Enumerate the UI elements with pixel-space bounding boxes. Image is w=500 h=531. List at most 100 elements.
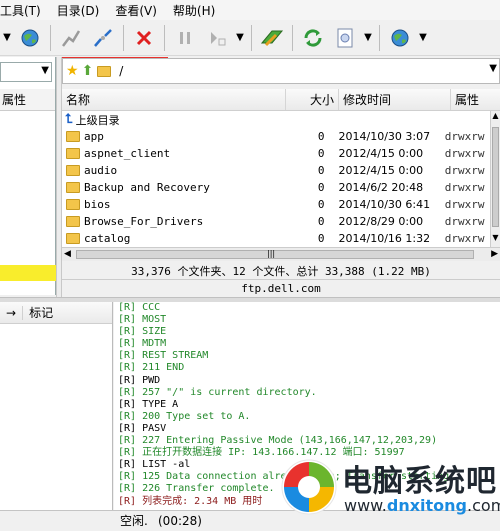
- remote-host: ftp.dell.com: [62, 281, 500, 297]
- file-attr: drwxrw: [444, 164, 485, 177]
- star-icon[interactable]: ★: [66, 63, 79, 79]
- watermark-url-prefix: www.: [344, 496, 387, 515]
- file-list-hscrollbar[interactable]: ◀ ||| ▶: [62, 247, 500, 261]
- toolbar-separator: [50, 24, 51, 51]
- disconnect-icon[interactable]: [89, 24, 117, 52]
- file-name: bios: [84, 198, 111, 211]
- cd-icon[interactable]: [331, 24, 359, 52]
- status-time: (00:28): [158, 514, 202, 528]
- file-row[interactable]: Browse_For_Drivers 0 2012/8/29 0:00 drwx…: [62, 213, 490, 230]
- log-line: [R] SIZE: [118, 326, 167, 338]
- file-size: 0: [317, 130, 325, 143]
- file-size: 0: [317, 232, 325, 245]
- column-size[interactable]: 大小: [286, 89, 339, 110]
- log-line: [R] 211 END: [118, 362, 185, 374]
- stop-icon[interactable]: [130, 24, 158, 52]
- queue-column-direction[interactable]: →: [0, 305, 24, 320]
- watermark-text: 电脑系统吧: [342, 464, 497, 499]
- column-date[interactable]: 修改时间: [339, 89, 451, 110]
- scroll-right-icon[interactable]: ▶: [491, 249, 498, 259]
- file-row[interactable]: aspnet_client 0 2012/4/15 0:00 drwxrw: [62, 145, 490, 162]
- toolbar-separator: [123, 24, 124, 51]
- folder-up-icon[interactable]: ⬆: [82, 63, 94, 79]
- parent-dir-row[interactable]: ⮤ 上级目录: [62, 111, 490, 128]
- queue-column-mark[interactable]: 标记: [23, 304, 59, 321]
- file-name: audio: [84, 164, 118, 177]
- up-arrow-icon: ⮤: [65, 112, 73, 127]
- file-name: catalog: [84, 232, 131, 245]
- file-row[interactable]: Backup and Recovery 0 2014/6/2 20:48 drw…: [62, 179, 490, 196]
- file-list: ⮤ 上级目录 app 0 2014/10/30 3:07 drwxrw aspne…: [62, 111, 490, 247]
- menu-directory[interactable]: 目录(D): [49, 2, 108, 19]
- file-size: 0: [317, 164, 325, 177]
- file-name: app: [84, 130, 104, 143]
- chevron-down-icon[interactable]: ▼: [489, 63, 497, 74]
- file-name: Browse_For_Drivers: [84, 215, 204, 228]
- menu-view[interactable]: 查看(V): [107, 2, 165, 19]
- file-date: 2012/4/15 0:00: [338, 164, 424, 177]
- file-size: 0: [317, 181, 325, 194]
- log-line: [R] 200 Type set to A.: [118, 410, 251, 422]
- transfer-icon[interactable]: [258, 24, 286, 52]
- file-date: 2012/8/29 0:00: [338, 215, 424, 228]
- file-attr: drwxrw: [444, 181, 485, 194]
- local-status-highlight: [0, 265, 56, 281]
- toolbar-separator: [292, 24, 293, 51]
- file-size: 0: [317, 198, 325, 211]
- scroll-left-icon[interactable]: ◀: [64, 249, 71, 259]
- scroll-up-icon[interactable]: ▲: [491, 111, 500, 125]
- log-line: [R] TYPE A: [118, 398, 179, 410]
- toolbar-separator: [164, 24, 165, 51]
- log-line: [R] 257 "/" is current directory.: [118, 386, 317, 398]
- local-path-combo[interactable]: ▼: [0, 62, 52, 82]
- folder-icon: [66, 131, 80, 142]
- vscroll-thumb[interactable]: [492, 127, 499, 227]
- globe-icon[interactable]: [386, 24, 414, 52]
- file-list-vscrollbar[interactable]: ▲ ▼: [490, 111, 500, 247]
- connect-icon[interactable]: [57, 24, 85, 52]
- file-name: Backup and Recovery: [84, 181, 210, 194]
- log-line: [R] PASV: [118, 422, 167, 434]
- folder-icon: [97, 65, 112, 77]
- parent-dir-label: 上级目录: [75, 113, 120, 127]
- file-row[interactable]: catalog 0 2014/10/16 1:32 drwxrw: [62, 230, 490, 247]
- scroll-down-icon[interactable]: ▼: [491, 233, 500, 247]
- dropdown-arrow-icon[interactable]: ▼: [2, 24, 12, 52]
- queue-header: → 标记: [0, 302, 112, 324]
- dropdown-arrow-icon[interactable]: ▼: [235, 24, 245, 52]
- file-row[interactable]: bios 0 2014/10/30 6:41 drwxrw: [62, 196, 490, 213]
- globe-icon[interactable]: [16, 24, 44, 52]
- file-row[interactable]: app 0 2014/10/30 3:07 drwxrw: [62, 128, 490, 145]
- dropdown-arrow-icon[interactable]: ▼: [418, 24, 428, 52]
- skip-icon[interactable]: [203, 24, 231, 52]
- folder-icon: [66, 165, 80, 176]
- menu-help[interactable]: 帮助(H): [165, 2, 223, 19]
- file-date: 2012/4/15 0:00: [338, 147, 424, 160]
- column-name[interactable]: 名称: [62, 89, 286, 110]
- remote-path-bar[interactable]: ★ ⬆ / ▼: [62, 58, 500, 84]
- remote-path-text[interactable]: /: [119, 64, 123, 78]
- folder-icon: [66, 199, 80, 210]
- dropdown-arrow-icon[interactable]: ▼: [363, 24, 373, 52]
- folder-icon: [66, 148, 80, 159]
- column-attr[interactable]: 属性: [451, 89, 500, 110]
- status-idle: 空闲.: [120, 514, 148, 528]
- refresh-icon[interactable]: [299, 24, 327, 52]
- file-size: 0: [317, 215, 325, 228]
- file-row[interactable]: audio 0 2012/4/15 0:00 drwxrw: [62, 162, 490, 179]
- watermark-url: www.dnxitong.com: [344, 496, 500, 515]
- log-line: [R] REST STREAM: [118, 350, 209, 362]
- toolbar-separator: [379, 24, 380, 51]
- hscroll-thumb[interactable]: |||: [76, 249, 474, 259]
- pause-icon[interactable]: [171, 24, 199, 52]
- file-name: aspnet_client: [84, 147, 171, 160]
- folder-icon: [66, 182, 80, 193]
- local-column-attr[interactable]: 属性: [0, 89, 55, 111]
- log-line: [R] 227 Entering Passive Mode (143,166,1…: [118, 435, 438, 447]
- file-date: 2014/6/2 20:48: [338, 181, 424, 194]
- log-line: [R] PWD: [118, 374, 161, 386]
- remote-summary: 33,376 个文件夹、12 个文件、总计 33,388 (1.22 MB): [62, 263, 500, 280]
- folder-icon: [66, 233, 80, 244]
- queue-panel: → 标记: [0, 302, 113, 510]
- menu-tools[interactable]: 工具(T): [0, 2, 49, 19]
